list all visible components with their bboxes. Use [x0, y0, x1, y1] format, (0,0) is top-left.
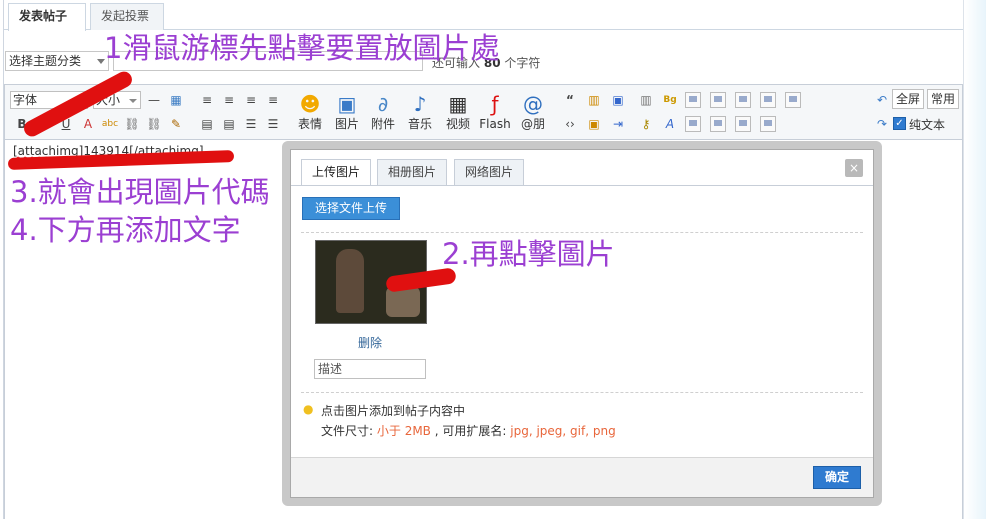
image-button[interactable]: ▣ 图片	[330, 91, 364, 139]
broken-image-icon[interactable]	[735, 116, 751, 132]
right-edge-background	[965, 0, 986, 519]
post-icon[interactable]: ▣	[609, 91, 627, 109]
emoji-button[interactable]: ☻ 表情	[293, 91, 327, 139]
float-left-icon[interactable]: ▤	[198, 115, 216, 133]
tip-click-image: 点击图片添加到帖子内容中	[321, 404, 466, 418]
key-icon[interactable]: ⚷	[637, 115, 655, 133]
tip-ext-value: jpg, jpeg, gif, png	[510, 424, 616, 438]
font-family-label: 字体	[13, 93, 38, 107]
font-style-icon[interactable]: A	[661, 115, 679, 133]
mention-button[interactable]: @ @朋	[516, 91, 550, 139]
plaintext-label: 纯文本	[909, 118, 946, 132]
align-left-icon[interactable]: ≡	[198, 91, 216, 109]
hint-suffix: 个字符	[504, 56, 541, 70]
ordered-list-icon[interactable]: ☰	[242, 115, 260, 133]
align-justify-icon[interactable]: ≡	[264, 91, 282, 109]
description-input[interactable]: 描述	[314, 359, 426, 379]
align-right-icon[interactable]: ≡	[242, 91, 260, 109]
dialog-footer: 确定	[291, 457, 873, 497]
tip-size-value: 小于 2MB	[376, 424, 431, 438]
video-label: 视频	[445, 117, 470, 131]
hide-content-icon[interactable]: ▥	[585, 91, 603, 109]
background-icon[interactable]: Bg	[661, 91, 679, 109]
close-icon[interactable]: ×	[845, 159, 863, 177]
music-label: 音乐	[407, 117, 432, 131]
undo-icon[interactable]: ↶	[873, 91, 891, 109]
lightbulb-icon: ●	[303, 402, 314, 416]
chevron-down-icon	[129, 99, 137, 103]
spellcheck-icon[interactable]: abc	[101, 115, 119, 133]
broken-image-icon[interactable]	[710, 92, 726, 108]
tab-upload-image[interactable]: 上传图片	[301, 159, 372, 186]
broken-image-icon[interactable]	[710, 116, 726, 132]
paperclip-icon: ∂	[377, 92, 389, 116]
broken-image-icon[interactable]	[735, 92, 751, 108]
editor-toolbar: 字体 大小 — ▦ ≡ ≡ ≡ ≡ B I U A abc ⛓ ⛓ ✎ ▤ ▤ …	[5, 85, 962, 140]
lock-icon[interactable]: ▣	[585, 115, 603, 133]
annotation-step1: 1滑鼠游標先點擊要置放圖片處	[104, 31, 500, 65]
indent-icon[interactable]: ⇥	[609, 115, 627, 133]
topic-category-select[interactable]: 选择主题分类	[5, 51, 109, 71]
tip-size-label: 文件尺寸:	[321, 424, 374, 438]
image-upload-dialog: 上传图片 相册图片 网络图片 × 选择文件上传 删除 描述 ● 点击图片添加到帖…	[290, 149, 874, 498]
tab-album-image[interactable]: 相册图片	[377, 159, 448, 185]
right-border-line	[963, 0, 964, 519]
clear-format-icon[interactable]: ✎	[167, 115, 185, 133]
flash-icon: ƒ	[491, 92, 499, 116]
tab-web-image[interactable]: 网络图片	[454, 159, 525, 185]
topic-category-label: 选择主题分类	[9, 54, 82, 68]
common-button[interactable]: 常用	[927, 89, 960, 109]
annotation-step2: 2.再點擊圖片	[442, 237, 615, 271]
quote-icon[interactable]: “	[561, 91, 579, 109]
emoji-label: 表情	[297, 117, 322, 131]
plaintext-checkbox[interactable]: ✓	[893, 117, 906, 130]
tip-ext-label: , 可用扩展名:	[434, 424, 507, 438]
columns-icon[interactable]: ▥	[637, 91, 655, 109]
link-icon[interactable]: ⛓	[123, 115, 141, 133]
select-file-upload-button[interactable]: 选择文件上传	[302, 197, 400, 220]
dashed-divider	[301, 232, 863, 233]
dashed-divider	[301, 392, 863, 393]
flash-button[interactable]: ƒ Flash	[477, 91, 513, 139]
font-color-icon[interactable]: A	[79, 115, 97, 133]
attachment-label: 附件	[370, 117, 395, 131]
fullscreen-button[interactable]: 全屏	[892, 89, 925, 109]
dialog-tab-divider	[291, 185, 873, 186]
smiley-icon: ☻	[299, 92, 321, 116]
unlink-icon[interactable]: ⛓	[145, 115, 163, 133]
tip-file-limits: 文件尺寸: 小于 2MB , 可用扩展名: jpg, jpeg, gif, pn…	[321, 422, 616, 439]
post-type-tabs: 发表帖子 发起投票	[4, 0, 963, 31]
mention-label: @朋	[520, 117, 545, 131]
video-film-icon: ▦	[448, 92, 468, 116]
unordered-list-icon[interactable]: ☰	[264, 115, 282, 133]
thumbnail-caption	[324, 291, 384, 305]
at-icon: @	[523, 92, 543, 116]
thumbnail-logo	[370, 251, 420, 273]
annotation-step4: 4.下方再添加文字	[10, 213, 241, 247]
tab-start-poll[interactable]: 发起投票	[90, 3, 164, 30]
confirm-button[interactable]: 确定	[813, 466, 861, 489]
music-button[interactable]: ♪ 音乐	[403, 91, 437, 139]
broken-image-icon[interactable]	[685, 92, 701, 108]
broken-image-icon[interactable]	[785, 92, 801, 108]
delete-link[interactable]: 删除	[358, 334, 382, 351]
tab-post-thread[interactable]: 发表帖子	[8, 3, 86, 31]
redo-icon[interactable]: ↷	[873, 115, 891, 133]
code-icon[interactable]: ‹›	[561, 115, 579, 133]
attachment-button[interactable]: ∂ 附件	[366, 91, 400, 139]
image-label: 图片	[334, 117, 359, 131]
music-note-icon: ♪	[413, 92, 427, 116]
horizontal-rule-icon[interactable]: —	[145, 91, 163, 109]
broken-image-icon[interactable]	[760, 116, 776, 132]
float-right-icon[interactable]: ▤	[220, 115, 238, 133]
align-center-icon[interactable]: ≡	[220, 91, 238, 109]
broken-image-icon[interactable]	[760, 92, 776, 108]
video-button[interactable]: ▦ 视频	[441, 91, 475, 139]
broken-image-icon[interactable]	[685, 116, 701, 132]
flash-label: Flash	[479, 117, 511, 131]
image-icon: ▣	[337, 92, 357, 116]
annotation-step3: 3.就會出現圖片代碼	[10, 175, 270, 209]
table-icon[interactable]: ▦	[167, 91, 185, 109]
